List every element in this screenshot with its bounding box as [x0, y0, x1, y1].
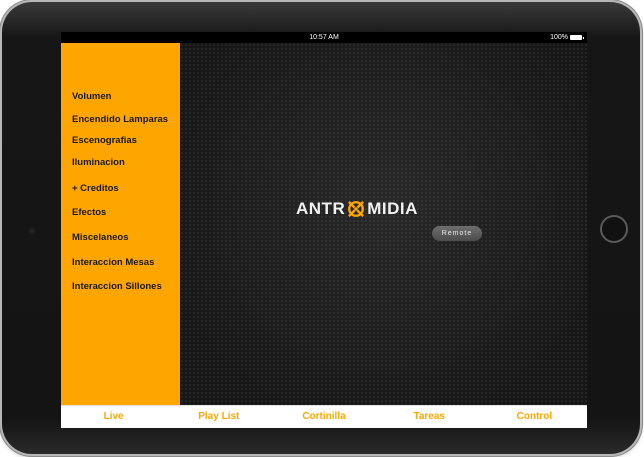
battery-icon	[570, 35, 584, 40]
tab-control[interactable]: Control	[482, 406, 587, 428]
tab-play-list[interactable]: Play List	[166, 406, 271, 428]
sidebar-item-miscelaneos[interactable]: Miscelaneos	[72, 232, 129, 243]
front-camera	[29, 228, 35, 234]
tablet-frame: 10:57 AM 100% Volumen Encendido Lamparas…	[2, 2, 640, 454]
sidebar-item-creditos[interactable]: + Creditos	[72, 183, 119, 194]
sidebar-item-volumen[interactable]: Volumen	[72, 91, 111, 102]
antromidia-logo: ANTR MIDIA	[296, 198, 418, 220]
sidebar-item-encendido-lamparas[interactable]: Encendido Lamparas	[72, 114, 168, 125]
home-button[interactable]	[600, 215, 628, 243]
sidebar-item-iluminacion[interactable]: Iluminacion	[72, 157, 125, 168]
tab-cortinilla[interactable]: Cortinilla	[271, 406, 376, 428]
sidebar-item-efectos[interactable]: Efectos	[72, 207, 106, 218]
tab-live[interactable]: Live	[61, 406, 166, 428]
sidebar-item-escenografias[interactable]: Escenografias	[72, 135, 137, 146]
bottom-tab-bar: Live Play List Cortinilla Tareas Control	[61, 405, 587, 428]
status-bar: 10:57 AM 100%	[61, 32, 587, 43]
tab-tareas[interactable]: Tareas	[377, 406, 482, 428]
sidebar-item-interaccion-sillones[interactable]: Interaccion Sillones	[72, 281, 162, 292]
main-content: ANTR MIDIA Remote	[180, 43, 587, 405]
antromidia-logo-icon	[348, 201, 365, 217]
sidebar-item-interaccion-mesas[interactable]: Interaccion Mesas	[72, 257, 154, 268]
logo-text-right: MIDIA	[367, 199, 418, 218]
status-battery: 100%	[550, 32, 584, 43]
logo-text-left: ANTR	[296, 199, 346, 218]
battery-percent: 100%	[550, 34, 568, 41]
app-screen: 10:57 AM 100% Volumen Encendido Lamparas…	[61, 32, 587, 428]
status-time: 10:57 AM	[309, 34, 339, 41]
sidebar-menu: Volumen Encendido Lamparas Escenografias…	[61, 43, 180, 405]
remote-button[interactable]: Remote	[432, 226, 482, 241]
